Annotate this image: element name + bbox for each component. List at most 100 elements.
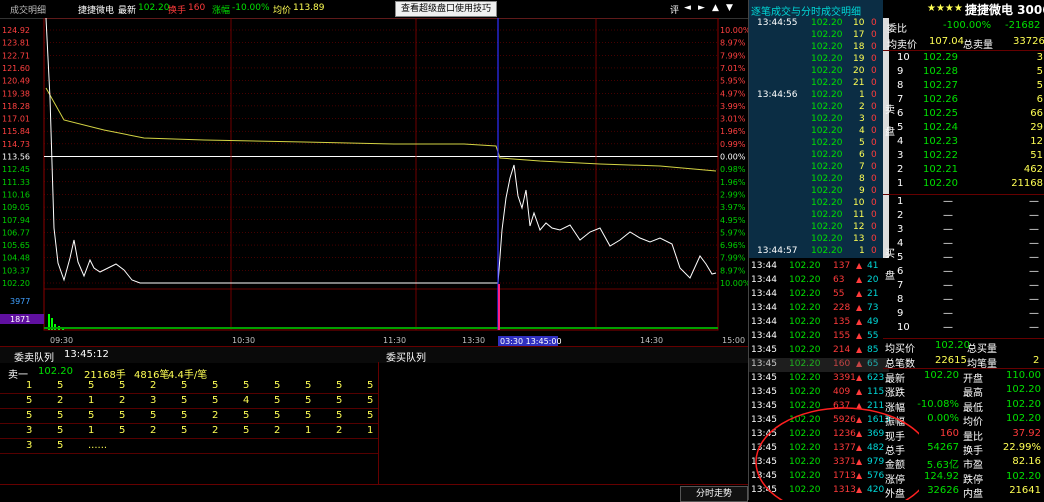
queue-cell: 5 bbox=[181, 380, 188, 391]
quote-label: 开盘 bbox=[963, 374, 983, 385]
queue-cell: 5 bbox=[57, 410, 64, 421]
avg-label: 均价 bbox=[273, 6, 292, 16]
buy-level-volume: — bbox=[1029, 224, 1039, 235]
right-panel: 逐笔成交与分时成交明细 13:44:55 102.20 10 0 102.20 17 0 10… bbox=[748, 0, 1044, 500]
tick-price: 102.20 bbox=[811, 90, 843, 100]
pct-value: -10.00% bbox=[232, 3, 270, 13]
minute-count: 115 bbox=[867, 387, 885, 397]
queue-cell: 5 bbox=[57, 425, 64, 436]
queue-cell: 5 bbox=[243, 410, 250, 421]
minute-volume: 63 bbox=[833, 275, 845, 285]
left-arrow-icon[interactable]: ◄ bbox=[684, 3, 691, 13]
minute-time: 13:45 bbox=[751, 345, 777, 355]
up-arrow-icon: ▲ bbox=[856, 289, 863, 298]
minute-volume: 155 bbox=[833, 331, 851, 341]
queue-cell: 5 bbox=[336, 410, 343, 421]
quote-value: 102.20 bbox=[1006, 413, 1041, 425]
price-tick: 114.73 bbox=[2, 140, 30, 149]
tick-volume: 19 bbox=[853, 54, 865, 64]
tick-detail-panel[interactable]: 逐笔成交与分时成交明细 13:44:55 102.20 10 0 102.20 17 0 10… bbox=[749, 0, 883, 258]
tick-volume: 9 bbox=[859, 186, 865, 196]
quote-value: 102.20 bbox=[1006, 384, 1041, 396]
queue-cell: 5 bbox=[243, 425, 250, 436]
up-arrow-icon: ▲ bbox=[856, 387, 863, 396]
sell-level-index: 8 bbox=[897, 80, 904, 91]
buy-level-index: 3 bbox=[897, 224, 904, 235]
minute-price: 102.20 bbox=[789, 387, 821, 397]
sell-level-price: 102.27 bbox=[923, 80, 958, 91]
sell-level-index: 5 bbox=[897, 122, 904, 133]
tick-count: 0 bbox=[871, 246, 877, 256]
right-arrow-icon[interactable]: ► bbox=[698, 3, 705, 13]
tick-price: 102.20 bbox=[811, 78, 843, 88]
quote-label: 最低 bbox=[963, 402, 983, 414]
tick-price: 102.20 bbox=[811, 30, 843, 40]
quote-value: 102.20 bbox=[1006, 398, 1041, 410]
queue-cell: 5 bbox=[274, 395, 281, 406]
queue-cell: 5 bbox=[305, 410, 312, 421]
pct-tick: 0.00% bbox=[720, 153, 746, 162]
top-bar: 成交明细 捷捷微电 最新 102.20 换手 160 涨幅 -10.00% 均价… bbox=[0, 0, 748, 19]
quote-value: 32626 bbox=[927, 485, 959, 497]
tick-count: 0 bbox=[871, 102, 877, 112]
queue-cell: 1 bbox=[88, 425, 95, 436]
quote-label: 换手 bbox=[963, 446, 983, 457]
queue-cell: 4 bbox=[243, 395, 250, 406]
queue-cell: 5 bbox=[150, 410, 157, 421]
queue-cell: 3 bbox=[26, 425, 33, 436]
tips-button[interactable]: 查看超级盘口使用技巧 bbox=[395, 1, 498, 17]
up-arrow-icon: ▲ bbox=[856, 345, 863, 354]
total-buy-label: 总买量 bbox=[967, 344, 997, 355]
buy-level-price: — bbox=[943, 280, 953, 291]
pct-tick: 3.97% bbox=[720, 203, 746, 212]
buy-levels: 1 — — 2 — — 3 — — 4 — — 5 — — 6 — — 7 — — 8 — — 9 — — 10 — — bbox=[897, 194, 1044, 338]
queue-cell: 5 bbox=[305, 380, 312, 391]
buy-level-index: 6 bbox=[897, 266, 904, 277]
volume-baseline bbox=[44, 327, 718, 329]
queue-cell: 5 bbox=[26, 395, 33, 406]
cursor-label: 03:30 13:45:00 bbox=[500, 337, 562, 346]
up-arrow-icon: ▲ bbox=[856, 331, 863, 340]
pct-label: 涨幅 bbox=[212, 6, 231, 16]
sell-level-price: 102.20 bbox=[923, 178, 958, 189]
up-arrow-icon: ▲ bbox=[856, 317, 863, 326]
queue-cell: 5 bbox=[367, 395, 374, 406]
price-tick: 110.16 bbox=[2, 190, 30, 199]
buy-level-index: 4 bbox=[897, 238, 904, 249]
minute-price: 102.20 bbox=[789, 275, 821, 285]
time-tick: 09:30 bbox=[50, 336, 73, 345]
minute-time: 13:44 bbox=[751, 331, 777, 341]
queue-cell: 5 bbox=[181, 395, 188, 406]
pct-tick: 4.95% bbox=[720, 216, 746, 225]
up-arrow-icon[interactable]: ▲ bbox=[712, 3, 719, 13]
tick-count: 0 bbox=[871, 90, 877, 100]
queue-header: 委卖队列 13:45:12 委买队列 bbox=[0, 346, 748, 364]
quote-label: 最高 bbox=[963, 388, 983, 400]
pct-tick: 8.97% bbox=[720, 39, 746, 48]
latest-label: 最新 bbox=[118, 6, 137, 16]
buy-level-index: 2 bbox=[897, 210, 904, 221]
comment-button[interactable]: 评 bbox=[670, 3, 679, 16]
pct-tick: 7.99% bbox=[720, 254, 746, 263]
bottom-tab-bar: 分时走势 bbox=[0, 484, 748, 502]
pct-tick: 10.00% bbox=[720, 279, 748, 288]
tick-volume: 17 bbox=[853, 30, 865, 40]
intraday-chart[interactable]: 124.92 10.00% 123.81 8.97% 122.71 7.99% 121.60… bbox=[0, 17, 751, 348]
buy-level-price: — bbox=[943, 210, 953, 221]
quote-value: 82.16 bbox=[1012, 456, 1041, 468]
sell-level-price: 102.21 bbox=[923, 164, 958, 175]
highlight-ellipse bbox=[755, 407, 919, 500]
queue-cell: 5 bbox=[212, 395, 219, 406]
queue-cells: 1 5 5 5 2 5 5 5 5 5 5 5 5 2 1 2 3 5 5 4 5 5 5 5 5 5 5 5 5 5 2 5 5 5 5 5 3 5 1 5… bbox=[0, 380, 378, 480]
time-tick: 15:00 bbox=[722, 336, 745, 345]
down-arrow-icon[interactable]: ▼ bbox=[726, 3, 733, 13]
tick-count: 0 bbox=[871, 234, 877, 244]
sell-level-volume: 51 bbox=[1030, 150, 1043, 161]
queue-row-divider bbox=[0, 453, 378, 454]
tick-price: 102.20 bbox=[811, 210, 843, 220]
pct-tick: 8.97% bbox=[720, 266, 746, 275]
quote-value: 124.92 bbox=[924, 470, 959, 482]
pct-tick: 0.98% bbox=[720, 165, 746, 174]
sell-level-price: 102.26 bbox=[923, 94, 958, 105]
price-tick: 112.45 bbox=[2, 165, 30, 174]
